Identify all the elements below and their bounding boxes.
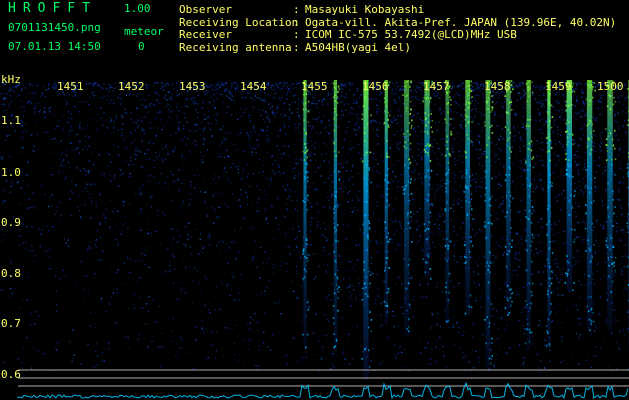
time-tick-label: 1458	[484, 80, 511, 93]
station-info: Observer : Masayuki Kobayashi Receiving …	[179, 3, 616, 55]
time-tick-label: 1453	[179, 80, 206, 93]
app-name: HROFFT	[8, 1, 97, 16]
observation-datetime: 07.01.13 14:50	[8, 40, 101, 53]
hrofft-window: HROFFT 1.00 0701131450.png meteor 07.01.…	[0, 0, 629, 400]
y-tick-label: 0.8	[1, 267, 21, 280]
info-label: Receiving antenna	[179, 40, 292, 54]
info-separator: :	[293, 28, 300, 41]
y-tick-label: 0.6	[1, 368, 21, 381]
info-label: Observer	[179, 3, 232, 16]
meteor-count: 0	[138, 40, 145, 53]
time-tick-label: 1454	[240, 80, 267, 93]
spectrogram-image	[0, 72, 629, 400]
info-value: Masayuki Kobayashi	[305, 3, 425, 16]
info-label: Receiver	[179, 28, 232, 41]
time-tick-label: 1500	[597, 80, 624, 93]
y-tick-label: 1.1	[1, 114, 21, 127]
info-row-observer: Observer : Masayuki Kobayashi	[179, 3, 616, 17]
info-separator: :	[293, 3, 300, 16]
info-value: ICOM IC-575 53.7492(@LCD)MHz USB	[305, 28, 517, 41]
time-tick-label: 1459	[545, 80, 572, 93]
spectrogram-background	[0, 72, 629, 400]
meteor-label: meteor	[124, 25, 164, 38]
y-tick-label: 0.9	[1, 216, 21, 229]
app-version: 1.00	[124, 2, 151, 15]
time-tick-label: 1451	[57, 80, 84, 93]
time-tick-label: 1456	[362, 80, 389, 93]
time-tick-label: 1457	[423, 80, 450, 93]
y-tick-label: 0.7	[1, 317, 21, 330]
info-value: A504HB(yagi 4el)	[305, 40, 411, 54]
y-tick-label: 1.0	[1, 166, 21, 179]
info-row-receiver: Receiver : ICOM IC-575 53.7492(@LCD)MHz …	[179, 28, 616, 42]
header-panel: HROFFT 1.00 0701131450.png meteor 07.01.…	[0, 0, 629, 72]
time-tick-label: 1452	[118, 80, 145, 93]
info-separator: :	[293, 40, 300, 54]
frequency-unit-label: kHz	[1, 73, 21, 86]
time-tick-label: 1455	[301, 80, 328, 93]
file-name: 0701131450.png	[8, 21, 101, 34]
info-row-antenna: Receiving antenna : A504HB(yagi 4el)	[179, 40, 616, 55]
spectrogram-panel: kHz 1.1 1.0 0.9 0.8 0.7 0.6 1451 1452 1453 1454 1…	[0, 72, 629, 400]
